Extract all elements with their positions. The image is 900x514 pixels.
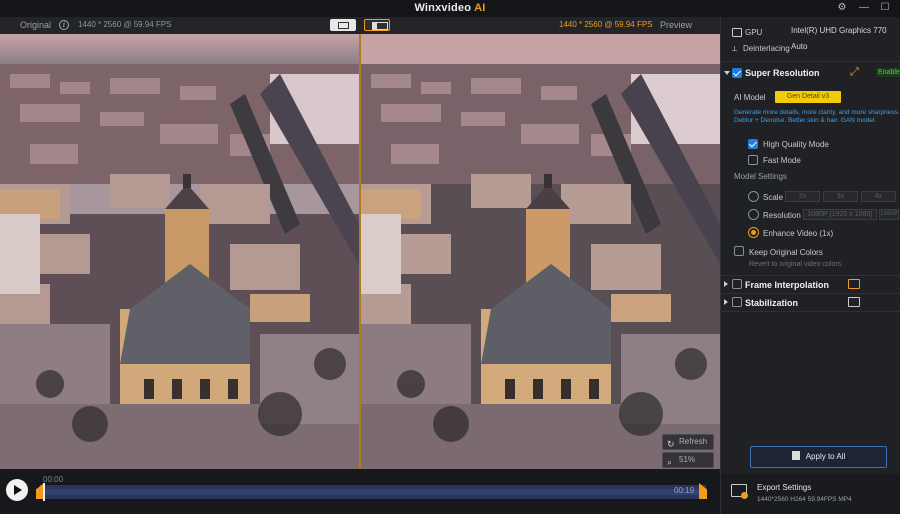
timeline-track[interactable] [40, 485, 706, 499]
play-button[interactable] [6, 479, 28, 501]
resolution-radio[interactable] [748, 209, 759, 220]
scale-option-3x[interactable]: 3x [823, 191, 858, 202]
church-aerial-image-enhanced [361, 34, 720, 469]
single-view-toggle-icon[interactable] [330, 19, 356, 31]
resolution-option-2160p[interactable]: 2160P [879, 209, 899, 220]
zoom-button[interactable]: ⌕ 51% [662, 452, 714, 468]
fast-mode-label: Fast Mode [763, 156, 801, 165]
refresh-icon: ↻ [667, 439, 675, 449]
enabled-badge: Enabled [876, 68, 900, 77]
enhance-video-label: Enhance Video (1x) [763, 229, 834, 238]
resolution-label: Resolution [763, 211, 801, 220]
preview-header: Original i 1440 * 2560 @ 59.94 FPS 1440 … [0, 17, 720, 34]
resolution-option-1080p[interactable]: 1080P (1920 x 1080) [803, 209, 877, 220]
scale-radio[interactable] [748, 191, 759, 202]
maximize-icon[interactable]: ☐ [877, 1, 893, 15]
minimize-icon[interactable]: — [856, 1, 872, 15]
model-description: Generate more details, more clarity, and… [734, 109, 900, 124]
export-settings-title: Export Settings [757, 483, 812, 492]
fast-mode-checkbox[interactable] [748, 155, 758, 165]
export-settings[interactable]: Export Settings 1440*2560 H264 59.94FPS … [721, 474, 900, 514]
high-quality-checkbox[interactable] [748, 139, 758, 149]
apply-icon [791, 451, 800, 460]
scale-label: Scale [763, 193, 784, 202]
super-resolution-title: Super Resolution [745, 68, 820, 78]
keep-colors-hint: Revert to original video colors. [749, 261, 844, 268]
refresh-label: Refresh [679, 437, 708, 446]
preview-label: Preview [660, 20, 693, 30]
deinterlace-icon: ⟂ [732, 44, 738, 53]
apply-to-all-button[interactable]: Apply to All [750, 446, 887, 468]
export-settings-icon [731, 484, 748, 499]
deinterlacing-select[interactable]: Auto [788, 42, 899, 54]
original-video-frame[interactable] [0, 34, 359, 469]
model-settings-label: Model Settings [734, 172, 787, 181]
original-resolution: 1440 * 2560 @ 59.94 FPS [78, 20, 172, 29]
collapse-arrow-icon[interactable] [724, 71, 730, 75]
title-bar: Winxvideo AI ⚙ — ☐ [0, 0, 900, 17]
divider [721, 293, 900, 294]
timeline-fill [44, 489, 702, 495]
timeline-start-time: 00:00 [43, 475, 64, 484]
gpu-icon [732, 28, 742, 37]
expand-arrow-icon[interactable] [724, 299, 728, 305]
split-view-toggle-icon[interactable] [364, 19, 390, 31]
expand-arrow-icon[interactable] [724, 281, 728, 287]
timeline-end-time: 00:19 [674, 486, 695, 495]
gpu-select[interactable]: Intel(R) UHD Graphics 770 [788, 26, 899, 38]
stabilization-checkbox[interactable] [732, 297, 742, 307]
divider [721, 311, 900, 312]
original-label: Original [20, 20, 52, 30]
camera-icon [848, 297, 860, 307]
zoom-label: 51% [679, 455, 696, 464]
app-name: Winxvideo [414, 2, 472, 14]
frame-interpolation-icon [848, 279, 860, 289]
app-name-ai: AI [474, 2, 486, 14]
playhead[interactable] [43, 483, 45, 501]
stabilization-title: Stabilization [745, 298, 799, 308]
frame-interpolation-title: Frame Interpolation [745, 280, 830, 290]
gpu-label: GPU [745, 28, 763, 37]
zoom-icon: ⌕ [667, 457, 673, 467]
keep-colors-checkbox[interactable] [734, 246, 744, 256]
divider [721, 275, 900, 276]
high-quality-label: High Quality Mode [763, 140, 829, 149]
super-resolution-checkbox[interactable] [732, 68, 742, 78]
settings-panel: GPU Intel(R) UHD Graphics 770 ⟂ Deinterl… [720, 17, 900, 514]
app-title: Winxvideo AI [0, 2, 900, 14]
expand-icon[interactable]: ⤢ [850, 66, 859, 79]
scale-option-2x[interactable]: 2x [785, 191, 820, 202]
info-icon[interactable]: i [59, 20, 69, 30]
deinterlacing-label: Deinterlacing [743, 44, 790, 53]
ai-model-label: AI Model [734, 93, 766, 102]
refresh-button[interactable]: ↻ Refresh [662, 434, 714, 450]
preview-resolution: 1440 * 2560 @ 59.94 FPS [559, 20, 653, 29]
timeline-bar: 00:00 00:19 [0, 469, 720, 514]
settings-gear-icon[interactable]: ⚙ [834, 1, 850, 15]
ai-model-select[interactable]: Gen Detail v3 [775, 91, 841, 103]
scale-option-4x[interactable]: 4x [861, 191, 896, 202]
preview-video-frame[interactable] [361, 34, 720, 469]
apply-to-all-label: Apply to All [805, 452, 846, 461]
keep-colors-label: Keep Original Colors [749, 248, 823, 257]
frame-interpolation-checkbox[interactable] [732, 279, 742, 289]
export-settings-details: 1440*2560 H264 59.94FPS MP4 [757, 496, 852, 503]
divider [721, 61, 900, 62]
enhance-video-radio[interactable] [748, 227, 759, 238]
church-aerial-image [0, 34, 359, 469]
